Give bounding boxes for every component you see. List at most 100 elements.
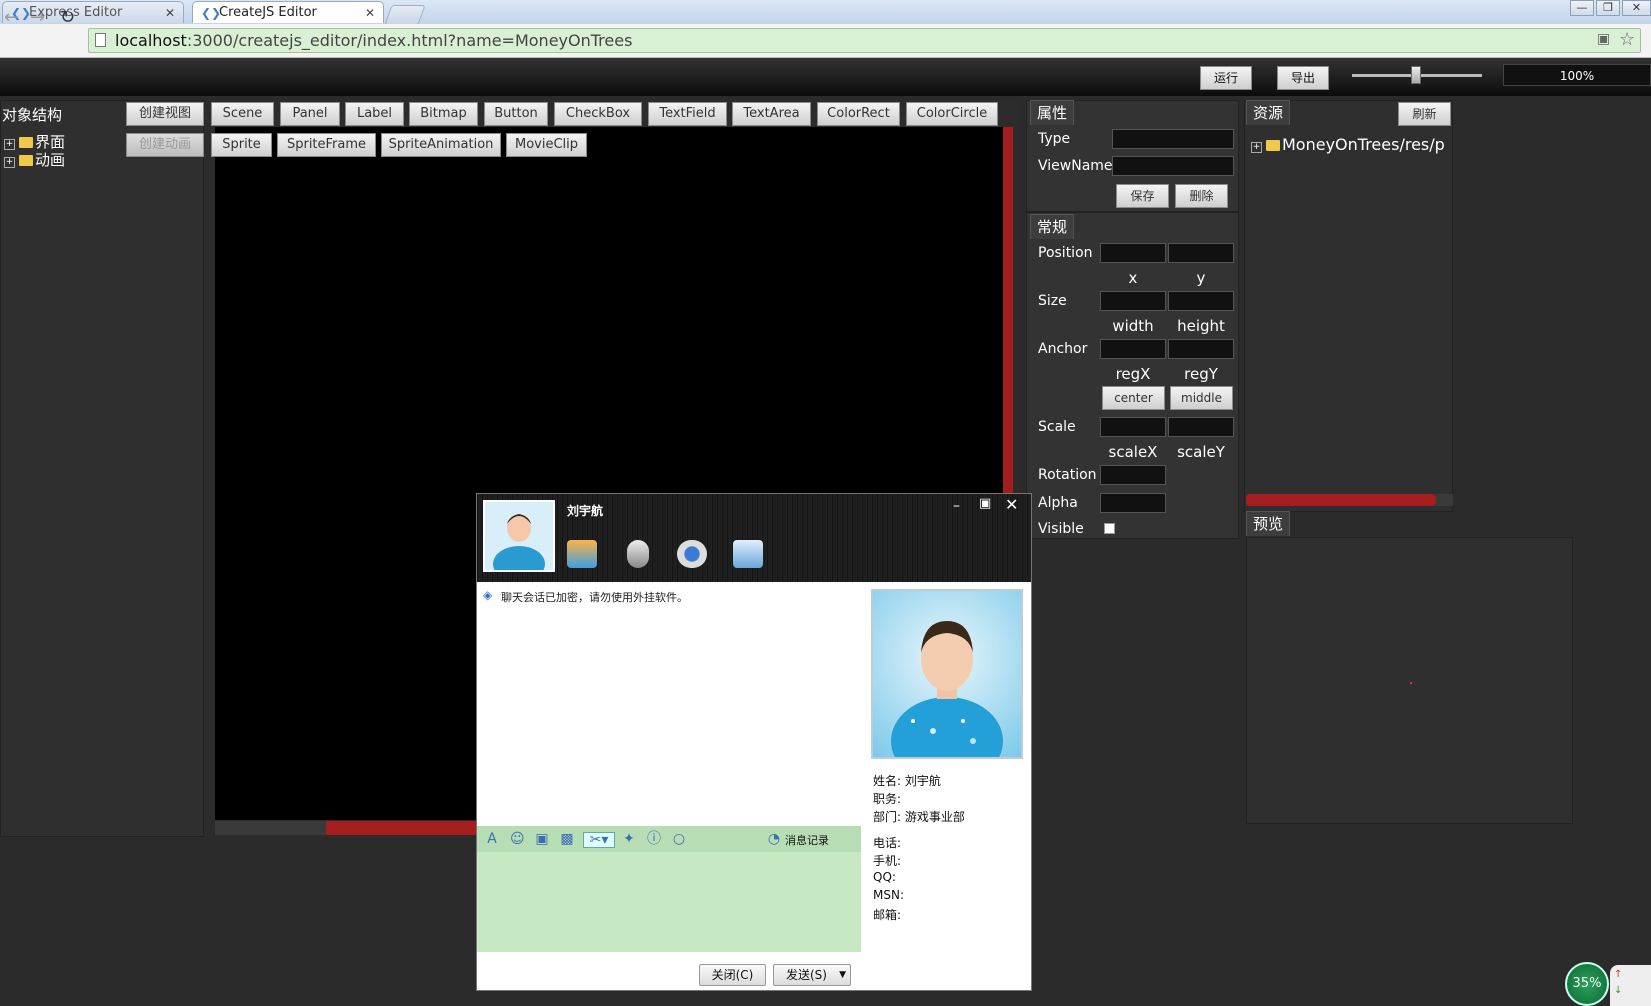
type-field[interactable] <box>1112 129 1234 149</box>
reload-icon[interactable]: ↻ <box>60 7 75 28</box>
scissors-icon[interactable]: ✂▾ <box>583 832 615 848</box>
download-arrow-icon: ↓ <box>1614 985 1623 996</box>
emoji-icon[interactable]: ☺ <box>510 832 525 846</box>
regx-field[interactable] <box>1100 339 1166 359</box>
minimize-icon[interactable]: – <box>953 498 960 514</box>
back-arrow-icon[interactable]: ← <box>4 7 19 28</box>
create-animation-button[interactable]: 创建动画 <box>126 133 204 157</box>
remote-desktop-icon[interactable] <box>733 540 763 568</box>
type-label: Type <box>1038 131 1071 147</box>
delete-button[interactable]: 删除 <box>1175 184 1228 208</box>
contact-photo <box>871 589 1023 785</box>
translate-icon[interactable]: ▣ <box>1597 31 1610 47</box>
image-icon[interactable]: ▣ <box>535 832 549 846</box>
info-qq-row: QQ: <box>873 870 896 884</box>
viewname-field[interactable] <box>1112 156 1234 176</box>
bitmap-button[interactable]: Bitmap <box>409 102 478 126</box>
height-caption: height <box>1177 317 1225 335</box>
x-caption: x <box>1128 269 1138 287</box>
movieclip-button[interactable]: MovieClip <box>506 133 587 157</box>
microphone-icon[interactable] <box>627 540 649 568</box>
textarea-button[interactable]: TextArea <box>732 102 811 126</box>
refresh-button[interactable]: 刷新 <box>1398 102 1451 126</box>
new-tab-button[interactable] <box>384 5 426 25</box>
colorrect-button[interactable]: ColorRect <box>817 102 900 126</box>
shake-icon[interactable]: ✦ <box>622 832 636 846</box>
chat-bubble-icon[interactable]: ○ <box>672 832 686 846</box>
resource-tree-item[interactable]: + MoneyOnTrees/res/p <box>1251 135 1445 154</box>
forward-arrow-icon[interactable]: → <box>30 7 45 28</box>
restore-window-button[interactable]: ❐ <box>1596 0 1620 16</box>
label-button[interactable]: Label <box>345 102 404 126</box>
dropdown-arrow-icon[interactable]: ▼ <box>839 965 846 985</box>
webcam-icon[interactable] <box>677 540 707 568</box>
close-chat-button[interactable]: 关闭(C) <box>699 964 766 986</box>
close-icon[interactable]: ✕ <box>165 2 175 24</box>
message-input[interactable] <box>477 852 861 952</box>
position-x-field[interactable] <box>1100 243 1166 263</box>
tab-createjs-editor[interactable]: ❮❯ CreateJS Editor ✕ <box>192 1 384 23</box>
visible-checkbox[interactable] <box>1104 523 1115 534</box>
upload-arrow-icon: ↑ <box>1614 969 1623 980</box>
history-icon[interactable]: ◔ <box>767 832 781 846</box>
close-icon[interactable]: ✕ <box>365 2 375 24</box>
create-view-button[interactable]: 创建视图 <box>126 102 204 126</box>
visible-label: Visible <box>1038 521 1084 537</box>
tree-item-animation[interactable]: + 动画 <box>4 149 65 170</box>
spriteanimation-button[interactable]: SpriteAnimation <box>381 133 501 157</box>
net-speed-widget: ↑ ↓ <box>1610 965 1651 1006</box>
tab-favicon-icon: ❮❯ <box>201 6 222 20</box>
font-icon[interactable]: A <box>485 832 499 846</box>
message-history-button[interactable]: 消息记录 <box>785 832 829 848</box>
scalex-field[interactable] <box>1100 417 1166 437</box>
info-icon[interactable]: ⓘ <box>647 832 661 846</box>
close-window-button[interactable]: ✕ <box>1622 0 1651 16</box>
scaley-field[interactable] <box>1168 417 1234 437</box>
checkbox-button[interactable]: CheckBox <box>554 102 642 126</box>
properties-title: 属性 <box>1030 100 1075 125</box>
screenshot-icon[interactable]: ▩ <box>560 832 574 846</box>
chat-header <box>477 494 1031 582</box>
address-bar[interactable]: localhost:3000/createjs_editor/index.htm… <box>88 28 1641 53</box>
minimize-window-button[interactable]: — <box>1570 0 1594 16</box>
anchor-center-button[interactable]: center <box>1102 386 1165 410</box>
info-mobile-row: 手机: <box>873 854 902 868</box>
panel-button[interactable]: Panel <box>280 102 340 126</box>
maximize-icon[interactable]: ▣ <box>979 496 991 511</box>
height-field[interactable] <box>1168 291 1234 311</box>
save-button[interactable]: 保存 <box>1116 184 1169 208</box>
export-button[interactable]: 导出 <box>1277 66 1329 90</box>
width-field[interactable] <box>1100 291 1166 311</box>
scene-button[interactable]: Scene <box>211 102 274 126</box>
contact-info-panel: 姓名: 刘宇航 职务: 部门: 游戏事业部 电话: 手机: QQ: MSN: 邮… <box>861 582 1031 990</box>
position-label: Position <box>1038 245 1093 261</box>
position-y-field[interactable] <box>1168 243 1234 263</box>
resources-scrollbar-thumb[interactable] <box>1246 494 1436 506</box>
expand-icon[interactable]: + <box>1251 142 1262 153</box>
spriteframe-button[interactable]: SpriteFrame <box>277 133 376 157</box>
bookmark-star-icon[interactable]: ☆ <box>1619 29 1635 50</box>
zoom-slider-thumb[interactable] <box>1411 66 1421 84</box>
rotation-field[interactable] <box>1100 465 1166 485</box>
sprite-button[interactable]: Sprite <box>211 133 272 157</box>
chat-window: 刘宇航 – ▣ ✕ ◈ 聊天会话已加密，请勿使用外挂软件。 A ☺ ▣ ▩ ✂▾… <box>476 493 1032 991</box>
anchor-label: Anchor <box>1038 341 1088 357</box>
folder-icon <box>1266 140 1280 151</box>
expand-icon[interactable]: + <box>4 157 15 168</box>
horizontal-scrollbar-thumb[interactable] <box>326 821 486 835</box>
colorcircle-button[interactable]: ColorCircle <box>906 102 998 126</box>
anchor-middle-button[interactable]: middle <box>1170 386 1233 410</box>
cpu-usage-badge[interactable]: 35% <box>1565 962 1609 1006</box>
regy-field[interactable] <box>1168 339 1234 359</box>
editor-topbar <box>0 58 1651 96</box>
run-button[interactable]: 运行 <box>1200 66 1252 90</box>
button-widget-button[interactable]: Button <box>484 102 548 126</box>
object-tree-title: 对象结构 <box>2 106 63 124</box>
send-file-icon[interactable] <box>567 540 597 568</box>
contact-avatar[interactable] <box>483 500 555 582</box>
send-button[interactable]: 发送(S) ▼ <box>773 964 851 986</box>
close-icon[interactable]: ✕ <box>1005 495 1018 514</box>
alpha-field[interactable] <box>1100 493 1166 513</box>
width-caption: width <box>1112 317 1154 335</box>
textfield-button[interactable]: TextField <box>648 102 727 126</box>
